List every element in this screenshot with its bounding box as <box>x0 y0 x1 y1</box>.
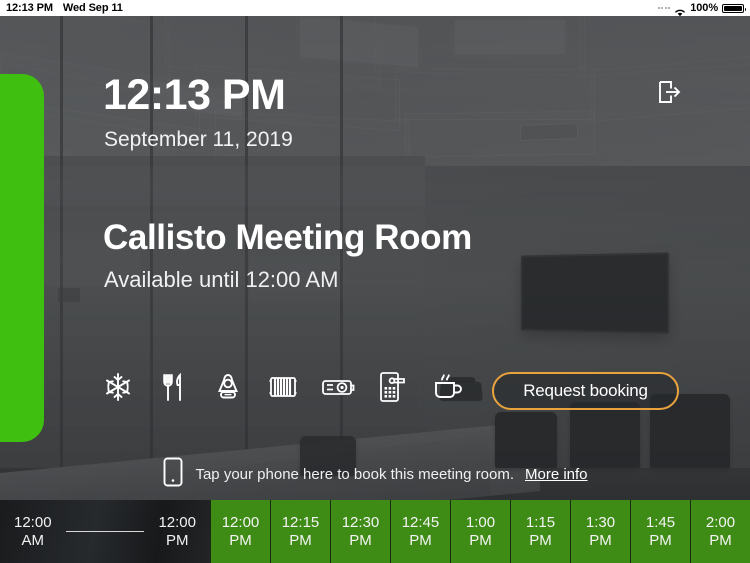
catering-icon <box>155 368 191 406</box>
request-booking-label: Request booking <box>523 381 648 400</box>
booking-timeline: 12:00 AM 12:00 PM 12:00 PM 12:15 PM 12:3… <box>0 500 750 563</box>
conference-phone-icon <box>210 368 246 406</box>
timeline-slot[interactable]: 12:30 PM <box>330 500 390 563</box>
logout-button[interactable] <box>653 78 685 110</box>
timeline-slot[interactable]: 12:00 PM <box>210 500 270 563</box>
wifi-icon <box>674 4 686 16</box>
timeline-past-rule <box>65 531 145 532</box>
timeline-past-segment: 12:00 AM 12:00 PM <box>0 500 210 563</box>
refreshments-icon <box>430 368 466 406</box>
timeline-slot[interactable]: 1:45 PM <box>630 500 690 563</box>
timeline-past-end-label: 12:00 PM <box>158 514 196 549</box>
more-info-link[interactable]: More info <box>525 466 588 483</box>
status-bar-time: 12:13 PM <box>6 1 53 14</box>
timeline-slot[interactable]: 12:15 PM <box>270 500 330 563</box>
access-keypad-icon <box>375 368 411 406</box>
room-availability: Available until 12:00 AM <box>104 267 339 292</box>
battery-percent-label: 100% <box>690 1 718 14</box>
timeline-slot[interactable]: 1:30 PM <box>570 500 630 563</box>
projector-icon <box>320 368 356 406</box>
timeline-past-start-label: 12:00 AM <box>14 514 52 549</box>
amenities-list <box>100 368 466 406</box>
status-bar-date: Wed Sep 11 <box>62 1 123 14</box>
current-time: 12:13 PM <box>103 71 286 119</box>
air-conditioning-icon <box>100 368 136 406</box>
request-booking-button[interactable]: Request booking <box>492 372 679 410</box>
logout-icon <box>657 80 681 109</box>
timeline-slot[interactable]: 1:00 PM <box>450 500 510 563</box>
tap-to-book-bar: Tap your phone here to book this meeting… <box>0 456 750 493</box>
phone-icon <box>162 456 184 493</box>
battery-full-icon <box>722 3 746 13</box>
timeline-slot[interactable]: 2:00 PM <box>690 500 750 563</box>
tap-instruction-text: Tap your phone here to book this meeting… <box>195 466 514 483</box>
timeline-slot[interactable]: 1:15 PM <box>510 500 570 563</box>
content-layer: 12:13 PM September 11, 2019 Callisto Mee… <box>0 16 750 500</box>
timeline-slot[interactable]: 12:45 PM <box>390 500 450 563</box>
heating-icon <box>265 368 301 406</box>
signal-dots-icon <box>657 7 671 9</box>
room-booking-screen: 12:13 PM Wed Sep 11 100% 12:13 PM Septem… <box>0 0 750 563</box>
status-bar-left: 12:13 PM Wed Sep 11 <box>6 1 123 14</box>
status-bar-right: 100% <box>657 1 746 16</box>
ios-status-bar: 12:13 PM Wed Sep 11 100% <box>0 0 750 16</box>
room-name: Callisto Meeting Room <box>103 218 472 257</box>
current-date: September 11, 2019 <box>104 128 293 151</box>
